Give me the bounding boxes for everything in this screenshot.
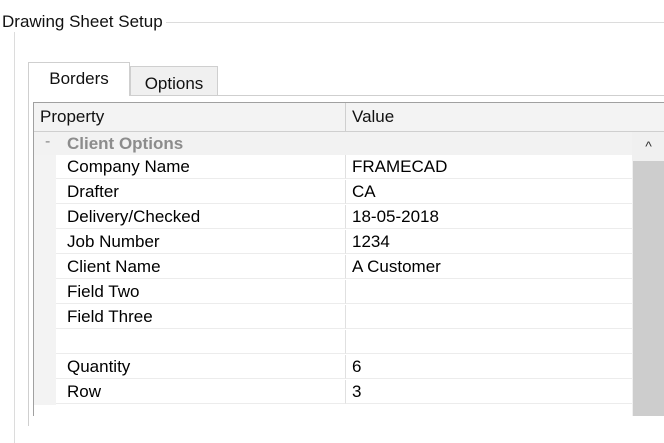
category-row-client-options[interactable]: - Client Options	[34, 132, 632, 155]
property-row[interactable]: Field Three	[34, 305, 632, 330]
property-row[interactable]: Job Number 1234	[34, 230, 632, 255]
property-value-cell[interactable]: 3	[346, 380, 632, 404]
property-value-cell[interactable]: A Customer	[346, 255, 632, 279]
property-value-cell[interactable]	[346, 330, 632, 354]
property-name-cell[interactable]: Quantity	[56, 355, 346, 379]
property-value-cell[interactable]: FRAMECAD	[346, 155, 632, 179]
property-name-cell[interactable]: Job Number	[56, 230, 346, 254]
property-row[interactable]: Client Name A Customer	[34, 255, 632, 280]
grid-header: Property Value	[34, 103, 664, 132]
property-row[interactable]: Company Name FRAMECAD	[34, 155, 632, 180]
row-margin	[34, 205, 56, 230]
property-row[interactable]: Row 3	[34, 380, 632, 405]
row-margin	[34, 180, 56, 205]
property-name-cell[interactable]: Company Name	[56, 155, 346, 179]
property-grid: Property Value - Client Options Company …	[33, 102, 664, 416]
property-name-cell[interactable]: Client Name	[56, 255, 346, 279]
property-row[interactable]	[34, 330, 632, 355]
property-value-cell[interactable]: CA	[346, 180, 632, 204]
group-box-title: Drawing Sheet Setup	[2, 12, 166, 32]
row-margin	[34, 255, 56, 280]
property-row[interactable]: Delivery/Checked 18-05-2018	[34, 205, 632, 230]
property-value-cell[interactable]: 18-05-2018	[346, 205, 632, 229]
vertical-scrollbar[interactable]: ^	[632, 132, 664, 416]
row-margin	[34, 380, 56, 405]
property-name-cell[interactable]: Field Three	[56, 305, 346, 329]
property-name-cell[interactable]: Field Two	[56, 280, 346, 304]
collapse-toggle-icon[interactable]: -	[45, 133, 50, 151]
chevron-up-icon[interactable]: ^	[632, 132, 664, 160]
row-margin	[34, 230, 56, 255]
row-margin	[34, 280, 56, 305]
property-name-cell[interactable]: Delivery/Checked	[56, 205, 346, 229]
property-name-cell[interactable]: Drafter	[56, 180, 346, 204]
property-name-cell[interactable]	[56, 330, 346, 354]
property-row[interactable]: Quantity 6	[34, 355, 632, 380]
property-rows: Company Name FRAMECAD Drafter CA Delivery/Ch…	[34, 155, 632, 405]
property-name-cell[interactable]: Row	[56, 380, 346, 404]
property-row[interactable]: Drafter CA	[34, 180, 632, 205]
category-label: Client Options	[67, 134, 184, 153]
property-value-cell[interactable]	[346, 305, 632, 329]
property-value-cell[interactable]: 6	[346, 355, 632, 379]
row-margin	[34, 155, 56, 180]
row-margin	[34, 355, 56, 380]
column-header-property[interactable]: Property	[34, 103, 346, 131]
tab-options[interactable]: Options	[130, 66, 218, 96]
property-row[interactable]: Field Two	[34, 280, 632, 305]
column-header-value[interactable]: Value	[346, 103, 664, 131]
property-value-cell[interactable]	[346, 280, 632, 304]
property-value-cell[interactable]: 1234	[346, 230, 632, 254]
row-margin	[34, 330, 56, 355]
row-margin	[34, 305, 56, 330]
scrollbar-thumb[interactable]	[633, 161, 664, 416]
tab-borders[interactable]: Borders	[28, 62, 130, 96]
